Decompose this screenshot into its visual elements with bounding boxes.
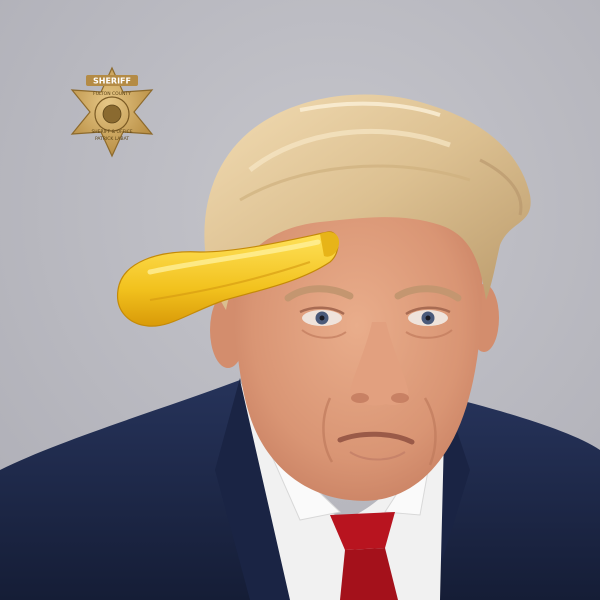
badge-line2: PATRICK LABAT xyxy=(95,136,129,142)
photo-canvas: SHERIFF FULTON COUNTY SHERIFF & OFFICE P… xyxy=(0,0,600,600)
badge-line1: SHERIFF & OFFICE xyxy=(91,129,132,135)
photo-scene: SHERIFF FULTON COUNTY SHERIFF & OFFICE P… xyxy=(0,0,600,600)
badge-ring-text: FULTON COUNTY xyxy=(93,91,131,97)
badge-top-text: SHERIFF xyxy=(93,77,131,86)
